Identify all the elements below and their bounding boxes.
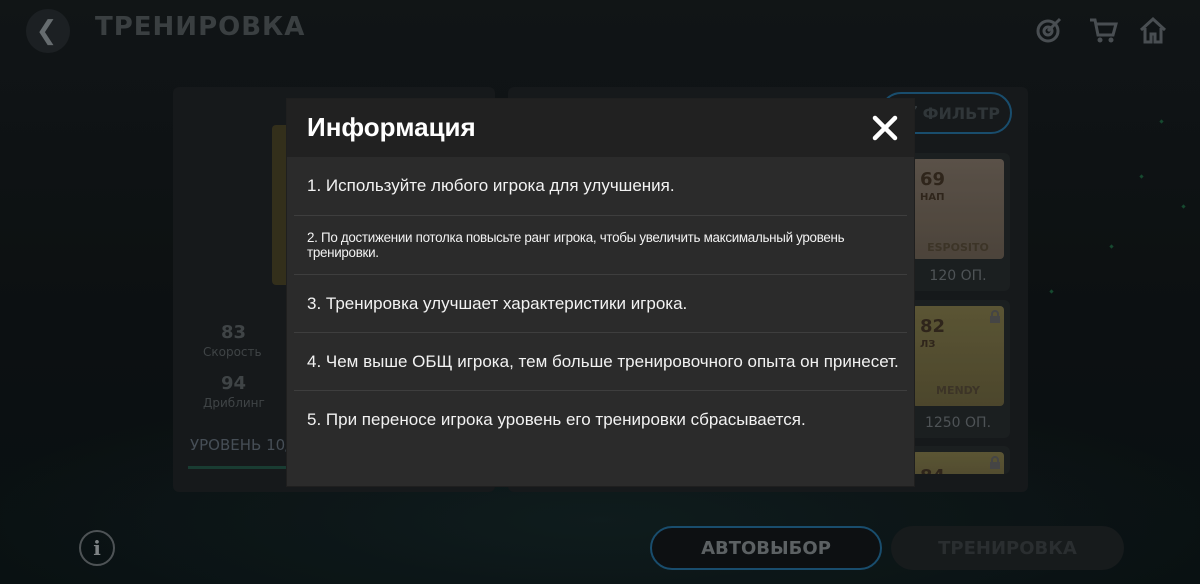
modal-title: Информация [307,112,476,142]
info-item-4: 4. Чем выше ОБЩ игрока, тем больше трени… [307,352,899,371]
close-button[interactable] [870,113,900,143]
info-item-5: 5. При переносе игрока уровень его трени… [307,410,806,429]
info-item-1: 1. Используйте любого игрока для улучшен… [307,176,675,195]
info-modal: Информация 1. Используйте любого игрока … [287,99,914,486]
info-item-2: 2. По достижении потолка повысьте ранг и… [307,230,845,260]
close-icon [872,115,898,141]
modal-header: Информация [287,99,914,157]
info-item-3: 3. Тренировка улучшает характеристики иг… [307,294,688,313]
